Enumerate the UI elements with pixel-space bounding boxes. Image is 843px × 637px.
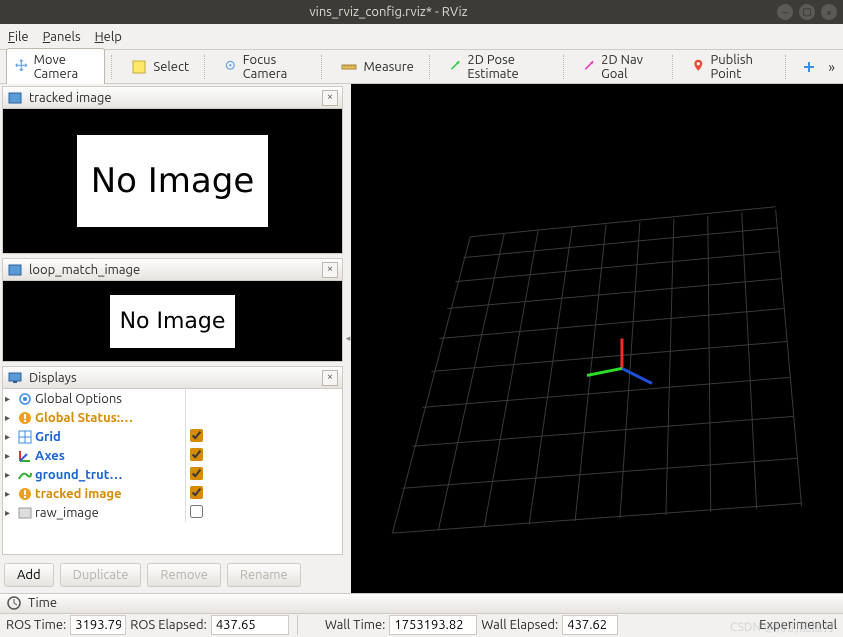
tool-pose-estimate-label: 2D Pose Estimate bbox=[467, 53, 547, 81]
no-image-label: No Image bbox=[110, 295, 236, 348]
toolbar-separator bbox=[672, 55, 677, 79]
tool-pose-estimate[interactable]: 2D Pose Estimate bbox=[440, 48, 557, 86]
publish-point-icon bbox=[692, 59, 705, 75]
toolbar-separator bbox=[111, 55, 116, 79]
experimental-label: Experimental bbox=[759, 618, 837, 632]
rename-button[interactable]: Rename bbox=[227, 563, 301, 587]
tool-select[interactable]: Select bbox=[122, 54, 198, 80]
ros-elapsed-label: ROS Elapsed: bbox=[130, 618, 207, 632]
checkbox-raw-image[interactable] bbox=[190, 505, 203, 518]
tool-measure-label: Measure bbox=[363, 60, 413, 74]
wall-elapsed-label: Wall Elapsed: bbox=[481, 618, 558, 632]
tree-item-global-status[interactable]: ▸Global Status:… bbox=[3, 408, 185, 427]
maximize-icon[interactable]: ▢ bbox=[799, 4, 815, 20]
tool-publish-point-label: Publish Point bbox=[710, 53, 770, 81]
tree-item-axes[interactable]: ▸Axes bbox=[3, 446, 185, 465]
tool-select-label: Select bbox=[153, 60, 189, 74]
displays-icon bbox=[7, 370, 23, 386]
window-title: vins_rviz_config.rviz* - RViz bbox=[6, 5, 771, 19]
time-row: ROS Time: ROS Elapsed: Wall Time: Wall E… bbox=[0, 614, 843, 637]
nav-goal-icon bbox=[583, 59, 596, 75]
tracked-image-view: No Image bbox=[3, 109, 342, 253]
add-button[interactable]: Add bbox=[4, 563, 54, 587]
remove-button[interactable]: Remove bbox=[147, 563, 221, 587]
axis-x-icon bbox=[622, 368, 652, 383]
left-column: tracked image × No Image loop_match_imag… bbox=[0, 84, 345, 593]
tool-nav-goal-label: 2D Nav Goal bbox=[601, 53, 657, 81]
grid-3d bbox=[351, 84, 843, 593]
tool-measure[interactable]: Measure bbox=[332, 54, 422, 80]
toolbar-separator bbox=[429, 55, 434, 79]
no-image-label: No Image bbox=[77, 135, 269, 227]
toolbar-separator bbox=[321, 55, 326, 79]
checkbox-axes[interactable] bbox=[190, 448, 203, 461]
panel-title: tracked image bbox=[29, 91, 316, 105]
panel-loop-match-image: loop_match_image × No Image bbox=[2, 258, 343, 362]
displays-buttons: Add Duplicate Remove Rename bbox=[0, 557, 345, 593]
ros-time-value[interactable] bbox=[70, 615, 126, 635]
panel-close-icon[interactable]: × bbox=[322, 90, 338, 106]
tree-item-tracked-image[interactable]: ▸tracked image bbox=[3, 484, 185, 503]
close-icon[interactable]: × bbox=[821, 4, 837, 20]
panel-header-tracked-image[interactable]: tracked image × bbox=[3, 87, 342, 109]
move-camera-icon bbox=[15, 59, 28, 75]
checkbox-ground-truth[interactable] bbox=[190, 467, 203, 480]
tool-focus-camera[interactable]: Focus Camera bbox=[215, 48, 315, 86]
wall-elapsed-value[interactable] bbox=[562, 615, 618, 635]
panel-title: loop_match_image bbox=[29, 263, 316, 277]
time-panel-header[interactable]: Time bbox=[0, 594, 843, 614]
axis-y-icon bbox=[587, 368, 622, 375]
select-icon bbox=[131, 59, 147, 75]
panel-close-icon[interactable]: × bbox=[322, 262, 338, 278]
main-area: tracked image × No Image loop_match_imag… bbox=[0, 84, 843, 593]
tool-focus-camera-label: Focus Camera bbox=[243, 53, 307, 81]
tree-item-grid[interactable]: ▸Grid bbox=[3, 427, 185, 446]
toolbar-overflow-icon[interactable]: » bbox=[824, 59, 839, 75]
panel-header-displays[interactable]: Displays × bbox=[3, 367, 342, 389]
minimize-icon[interactable]: – bbox=[777, 4, 793, 20]
panel-header-loop-match[interactable]: loop_match_image × bbox=[3, 259, 342, 281]
panel-title: Displays bbox=[29, 371, 316, 385]
toolbar: Move Camera Select Focus Camera Measure … bbox=[0, 50, 843, 84]
pose-estimate-icon bbox=[449, 59, 462, 75]
menu-panels[interactable]: Panels bbox=[43, 30, 81, 44]
toolbar-separator bbox=[563, 55, 568, 79]
duplicate-button[interactable]: Duplicate bbox=[60, 563, 142, 587]
checkbox-grid[interactable] bbox=[190, 429, 203, 442]
tree-item-raw-image[interactable]: ▸raw_image bbox=[3, 503, 185, 522]
image-icon bbox=[7, 90, 23, 106]
checkbox-tracked-image[interactable] bbox=[190, 486, 203, 499]
toolbar-separator bbox=[204, 55, 209, 79]
loop-match-image-view: No Image bbox=[3, 281, 342, 361]
tool-move-camera[interactable]: Move Camera bbox=[6, 48, 105, 86]
menubar: File Panels Help bbox=[0, 24, 843, 50]
time-panel: Time ROS Time: ROS Elapsed: Wall Time: W… bbox=[0, 593, 843, 637]
tool-nav-goal[interactable]: 2D Nav Goal bbox=[574, 48, 666, 86]
tree-item-ground-truth[interactable]: ▸ground_trut… bbox=[3, 465, 185, 484]
wall-time-value[interactable] bbox=[389, 615, 477, 635]
ros-time-label: ROS Time: bbox=[6, 618, 66, 632]
tool-move-camera-label: Move Camera bbox=[34, 53, 97, 81]
measure-icon bbox=[341, 59, 357, 75]
time-panel-title: Time bbox=[28, 596, 57, 610]
panel-tracked-image: tracked image × No Image bbox=[2, 86, 343, 254]
image-icon bbox=[7, 262, 23, 278]
clock-icon bbox=[6, 595, 22, 611]
displays-tree[interactable]: ▸Global Options ▸Global Status:… ▸Grid ▸… bbox=[3, 389, 342, 554]
wall-time-label: Wall Time: bbox=[325, 618, 386, 632]
window-titlebar: vins_rviz_config.rviz* - RViz – ▢ × bbox=[0, 0, 843, 24]
panel-displays: Displays × ▸Global Options ▸Global Statu… bbox=[2, 366, 343, 555]
plus-icon bbox=[801, 59, 817, 75]
render-view[interactable] bbox=[351, 84, 843, 593]
tree-item-global-options[interactable]: ▸Global Options bbox=[3, 389, 185, 408]
menu-file[interactable]: File bbox=[8, 30, 29, 44]
panel-close-icon[interactable]: × bbox=[322, 370, 338, 386]
toolbar-separator bbox=[785, 55, 790, 79]
tool-publish-point[interactable]: Publish Point bbox=[683, 48, 779, 86]
tool-add[interactable] bbox=[796, 54, 822, 80]
ros-elapsed-value[interactable] bbox=[211, 615, 289, 635]
menu-help[interactable]: Help bbox=[95, 30, 122, 44]
focus-camera-icon bbox=[224, 59, 237, 75]
